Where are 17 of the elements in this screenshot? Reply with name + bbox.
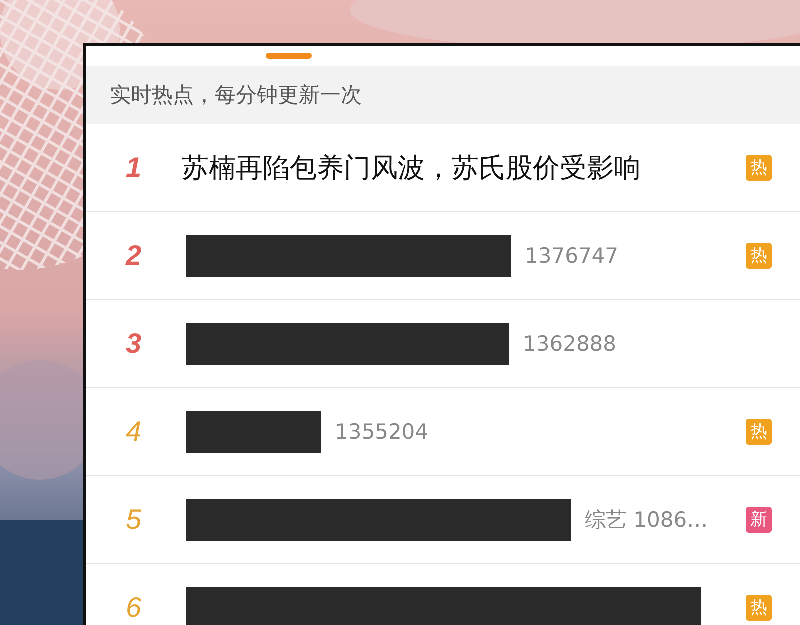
rank-number: 6 — [126, 592, 143, 624]
hot-badge: 热 — [746, 154, 772, 180]
topic-title[interactable]: 苏楠再陷包养门风波，苏氏股价受影响 — [182, 150, 641, 186]
heat-count: 1376747 — [525, 244, 619, 268]
hot-badge: 热 — [746, 418, 772, 444]
heat-count: 1362888 — [523, 332, 617, 356]
header-text: 实时热点，每分钟更新一次 — [110, 82, 362, 109]
hot-badge: 新 — [746, 506, 772, 532]
rank-number: 5 — [126, 504, 143, 536]
hot-badge: 热 — [746, 594, 772, 620]
rank-number: 4 — [126, 416, 143, 448]
heat-count: 1355204 — [335, 420, 429, 444]
heat-count: 综艺 1086… — [585, 506, 708, 534]
rank-number: 3 — [126, 328, 143, 360]
rank-number: 1 — [126, 152, 143, 184]
hot-badge: 热 — [746, 242, 772, 268]
rank-number: 2 — [126, 240, 143, 272]
